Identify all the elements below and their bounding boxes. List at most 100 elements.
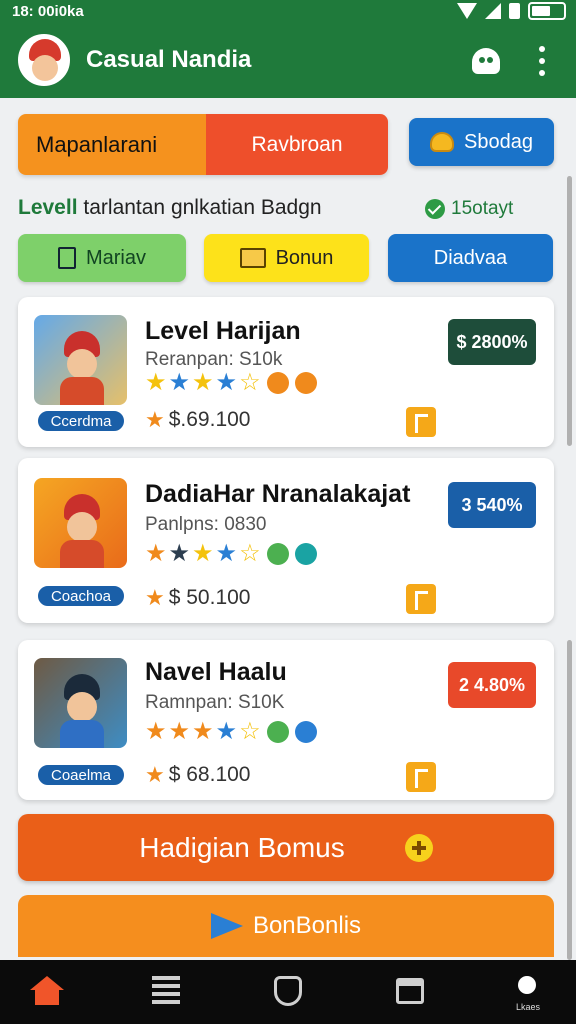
list-item[interactable]: Ccerdma Level Harijan Reranpan: S10k ★ ★… xyxy=(18,297,554,447)
wifi-icon xyxy=(457,3,477,19)
share-bonus-label: BonBonlis xyxy=(252,912,362,939)
status-time: 18: 00i0ka xyxy=(12,3,84,20)
star-icon: ★ xyxy=(145,762,165,787)
segmented-control: Mapanlarani Ravbroan xyxy=(18,114,388,175)
card-price: ★ $ 68.100 xyxy=(145,762,250,788)
shield-icon[interactable] xyxy=(270,976,310,1012)
app-bar: Casual Nandia xyxy=(0,24,576,98)
plus-icon xyxy=(404,833,433,862)
star-outline-icon: ☆ xyxy=(239,540,261,567)
online-status-text: 15otayt xyxy=(451,198,514,219)
top-action-label: Sbodag xyxy=(464,130,533,153)
status-bar: 18: 00i0ka xyxy=(0,0,576,24)
card-title: Navel Haalu xyxy=(145,658,287,686)
card-thumbnail xyxy=(34,658,127,748)
bonus-claim-button[interactable]: Hadigian Bomus xyxy=(18,814,554,881)
star-icon: ★ xyxy=(168,369,191,396)
star-icon: ★ xyxy=(145,718,167,745)
avatar[interactable] xyxy=(18,34,70,86)
alien-icon[interactable] xyxy=(472,48,500,74)
home-icon[interactable] xyxy=(28,976,68,1012)
star-icon: ★ xyxy=(192,540,214,567)
top-action-button[interactable]: Sbodag xyxy=(409,118,554,166)
discount-tag[interactable]: 2 4.80% xyxy=(448,662,536,708)
share-bonus-button[interactable]: BonBonlis xyxy=(18,895,554,957)
rating-stars: ★ ★ ★ ★ ☆ xyxy=(145,371,317,395)
battery-icon xyxy=(528,2,566,20)
segment-left[interactable]: Mapanlarani xyxy=(18,114,206,175)
badge-icon xyxy=(294,543,317,565)
badge-icon xyxy=(266,543,289,565)
card-badge[interactable]: Ccerdma xyxy=(36,409,126,433)
segment-right[interactable]: Ravbroan xyxy=(206,114,388,175)
list-item[interactable]: Coachoa DadiaHar Nranalakajat Panlpns: 0… xyxy=(18,458,554,623)
badge-icon xyxy=(294,372,317,394)
flag-icon[interactable] xyxy=(406,584,436,614)
price-value: $ 50.100 xyxy=(168,586,251,609)
profile-icon[interactable]: Lkaes xyxy=(506,976,550,1012)
level-text: tarlantan gnlkatian Badgn xyxy=(83,196,322,219)
rating-stars: ★ ★ ★ ★ ☆ xyxy=(145,720,317,744)
online-status: 15otayt xyxy=(425,198,513,220)
chip-diadvaa[interactable]: Diadvaa xyxy=(388,234,553,282)
profile-label: Lkaes xyxy=(515,1002,541,1012)
scrollbar-lower[interactable] xyxy=(567,640,572,960)
price-value: $.69.100 xyxy=(168,408,251,431)
sim-icon xyxy=(509,3,520,19)
discount-tag[interactable]: 3 540% xyxy=(448,482,536,528)
star-icon: ★ xyxy=(192,369,214,396)
flag-icon[interactable] xyxy=(406,407,436,437)
card-thumbnail xyxy=(34,478,127,568)
rating-stars: ★ ★ ★ ★ ☆ xyxy=(145,542,317,566)
folder-icon xyxy=(239,248,266,268)
card-badge[interactable]: Coaelma xyxy=(36,763,126,787)
star-outline-icon: ☆ xyxy=(239,718,261,745)
more-options-icon[interactable] xyxy=(532,46,552,76)
star-icon: ★ xyxy=(192,718,214,745)
star-icon: ★ xyxy=(168,540,191,567)
flag-icon[interactable] xyxy=(406,762,436,792)
send-icon xyxy=(210,913,243,939)
card-subtitle: Reranpan: S10k xyxy=(145,349,283,370)
level-label: Levell xyxy=(18,196,78,219)
signal-icon xyxy=(485,3,501,19)
bonus-claim-label: Hadigian Bomus xyxy=(139,831,345,863)
check-icon xyxy=(425,199,445,219)
app-title: Casual Nandia xyxy=(86,46,252,73)
card-subtitle: Ramnpan: S10K xyxy=(145,692,285,713)
list-item[interactable]: Coaelma Navel Haalu Ramnpan: S10K ★ ★ ★ … xyxy=(18,640,554,800)
card-title: Level Harijan xyxy=(145,317,301,345)
list-icon[interactable] xyxy=(152,976,192,1012)
badge-icon xyxy=(294,721,317,743)
card-price: ★ $ 50.100 xyxy=(145,585,250,611)
card-thumbnail xyxy=(34,315,127,405)
chip-bonun[interactable]: Bonun xyxy=(204,234,369,282)
star-outline-icon: ☆ xyxy=(239,369,261,396)
star-icon: ★ xyxy=(145,585,165,610)
badge-icon xyxy=(266,372,289,394)
chip-mariav[interactable]: Mariav xyxy=(18,234,186,282)
card-subtitle: Panlpns: 0830 xyxy=(145,514,267,535)
coin-icon xyxy=(430,132,455,152)
chip-label: Mariav xyxy=(85,246,146,269)
star-icon: ★ xyxy=(168,718,191,745)
level-line: Levell tarlantan gnlkatian Badgn xyxy=(18,196,322,220)
star-icon: ★ xyxy=(215,718,238,745)
card-badge[interactable]: Coachoa xyxy=(36,584,126,608)
star-icon: ★ xyxy=(145,540,167,567)
star-icon: ★ xyxy=(145,369,167,396)
star-icon: ★ xyxy=(145,407,165,432)
price-value: $ 68.100 xyxy=(168,763,251,786)
status-icons xyxy=(457,2,566,20)
card-title: DadiaHar Nranalakajat xyxy=(145,480,411,508)
inbox-icon[interactable] xyxy=(392,976,432,1012)
star-icon: ★ xyxy=(215,540,238,567)
star-icon: ★ xyxy=(215,369,238,396)
discount-tag[interactable]: $ 2800% xyxy=(448,319,536,365)
chip-label: Diadvaa xyxy=(433,246,508,269)
bottom-nav: Lkaes xyxy=(0,960,576,1024)
scrollbar[interactable] xyxy=(567,176,572,446)
badge-icon xyxy=(266,721,289,743)
document-icon xyxy=(57,247,76,269)
chip-label: Bonun xyxy=(275,246,334,269)
